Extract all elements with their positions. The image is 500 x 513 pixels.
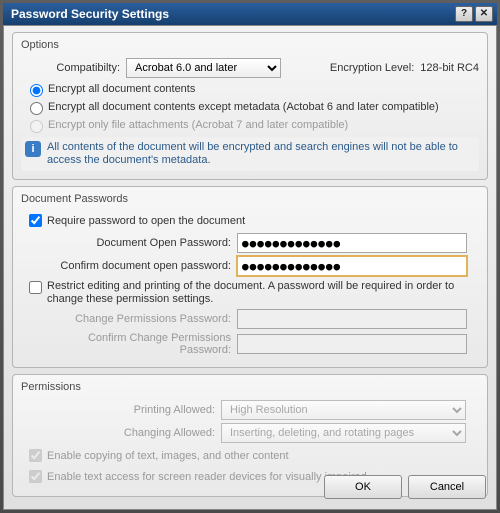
radio-encrypt-attachments-input [30, 120, 43, 133]
open-password-label: Document Open Password: [39, 237, 237, 249]
options-group: Options Compatibilty: Acrobat 6.0 and la… [12, 32, 488, 180]
radio-encrypt-attachments: Encrypt only file attachments (Acrobat 7… [25, 117, 479, 133]
window-title: Password Security Settings [11, 7, 453, 21]
require-open-password[interactable]: Require password to open the document [25, 211, 479, 230]
dialog-buttons: OK Cancel [324, 475, 486, 499]
restrict-editing-label: Restrict editing and printing of the doc… [47, 280, 479, 306]
radio-encrypt-except-metadata[interactable]: Encrypt all document contents except met… [25, 99, 479, 115]
radio-encrypt-except-metadata-input[interactable] [30, 102, 43, 115]
radio-encrypt-all-input[interactable] [30, 84, 43, 97]
permissions-title: Permissions [21, 379, 479, 397]
radio-encrypt-all[interactable]: Encrypt all document contents [25, 81, 479, 97]
passwords-group: Document Passwords Require password to o… [12, 186, 488, 368]
confirm-open-password-label: Confirm document open password: [39, 260, 237, 272]
radio-encrypt-all-label: Encrypt all document contents [48, 83, 195, 95]
restrict-editing-checkbox[interactable] [29, 281, 42, 294]
confirm-change-permissions-password-label: Confirm Change Permissions Password: [39, 332, 237, 356]
changing-allowed-label: Changing Allowed: [21, 427, 221, 439]
titlebar: Password Security Settings ? ✕ [3, 3, 497, 25]
radio-encrypt-except-metadata-label: Encrypt all document contents except met… [48, 101, 439, 113]
info-icon: i [25, 141, 41, 157]
compatibility-label: Compatibilty: [21, 62, 126, 74]
encryption-info-text: All contents of the document will be enc… [47, 141, 475, 167]
open-password-input[interactable] [237, 233, 467, 253]
require-open-password-checkbox[interactable] [29, 214, 42, 227]
confirm-open-password-input[interactable] [237, 256, 467, 276]
passwords-title: Document Passwords [21, 191, 479, 209]
help-button[interactable]: ? [455, 6, 473, 22]
compatibility-select[interactable]: Acrobat 6.0 and later [126, 58, 281, 78]
printing-allowed-label: Printing Allowed: [21, 404, 221, 416]
cancel-button[interactable]: Cancel [408, 475, 486, 499]
encryption-level-value: 128-bit RC4 [420, 62, 479, 74]
enable-screen-reader-checkbox [29, 470, 42, 483]
enable-copying-checkbox [29, 449, 42, 462]
encryption-info: i All contents of the document will be e… [21, 137, 479, 171]
require-open-password-label: Require password to open the document [47, 215, 245, 227]
dialog-content: Options Compatibilty: Acrobat 6.0 and la… [3, 25, 497, 510]
radio-encrypt-attachments-label: Encrypt only file attachments (Acrobat 7… [48, 119, 348, 131]
restrict-editing[interactable]: Restrict editing and printing of the doc… [25, 280, 479, 306]
ok-button[interactable]: OK [324, 475, 402, 499]
printing-allowed-select: High Resolution [221, 400, 466, 420]
enable-screen-reader-label: Enable text access for screen reader dev… [47, 471, 367, 483]
options-title: Options [21, 37, 479, 55]
encryption-level-label: Encryption Level: [330, 62, 420, 74]
close-button[interactable]: ✕ [475, 6, 493, 22]
confirm-change-permissions-password-input [237, 334, 467, 354]
change-permissions-password-input [237, 309, 467, 329]
enable-copying-label: Enable copying of text, images, and othe… [47, 450, 289, 462]
change-permissions-password-label: Change Permissions Password: [39, 313, 237, 325]
changing-allowed-select: Inserting, deleting, and rotating pages [221, 423, 466, 443]
enable-copying: Enable copying of text, images, and othe… [25, 446, 479, 465]
